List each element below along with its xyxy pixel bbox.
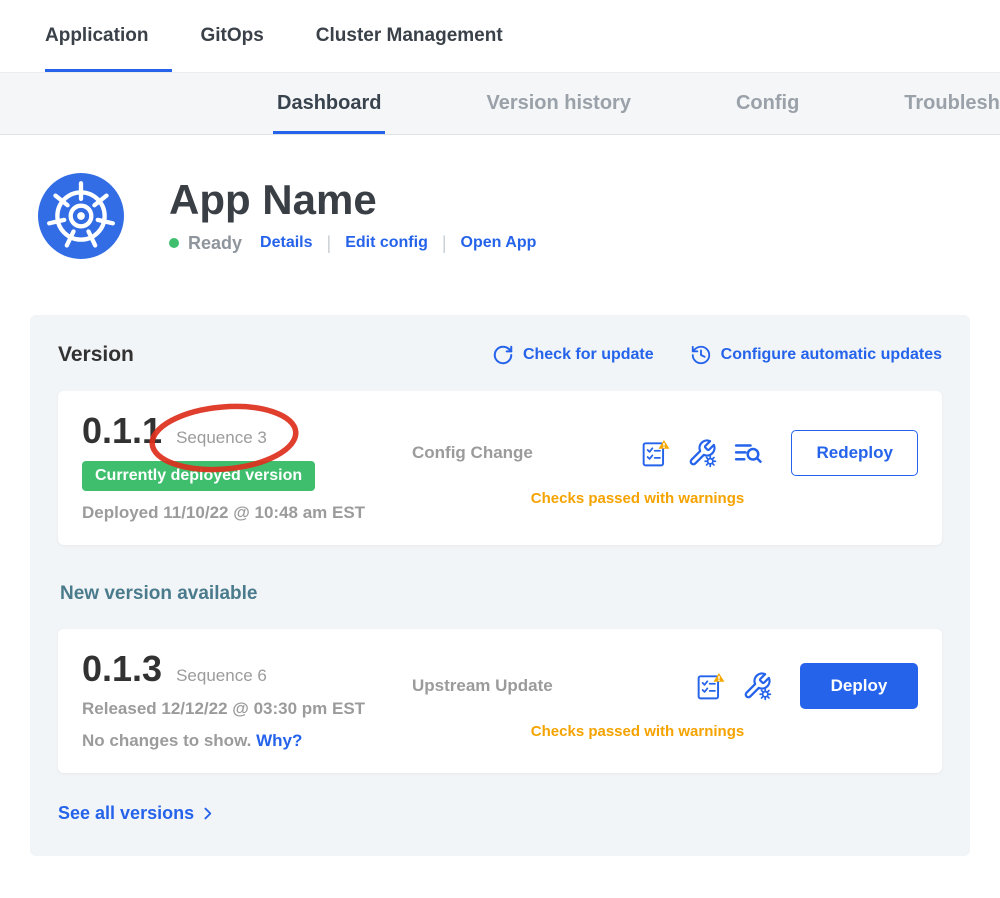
refresh-icon	[492, 344, 514, 366]
sequence-wrap: Sequence 3	[176, 428, 267, 448]
configure-automatic-updates-link[interactable]: Configure automatic updates	[690, 344, 942, 366]
no-changes-line: No changes to show. Why?	[82, 731, 412, 751]
version-source-label: Config Change	[412, 443, 607, 463]
version-panel: Version Check for update Configure au	[30, 315, 970, 856]
new-version-heading: New version available	[60, 583, 942, 605]
current-sequence-label: Sequence 3	[176, 428, 267, 447]
version-check-icons	[696, 671, 772, 701]
checks-status-available: Checks passed with warnings	[412, 723, 918, 740]
secondary-nav: Dashboard Version history Config Trouble…	[0, 72, 1000, 135]
tab-troubleshoot[interactable]: Troubleshoot	[904, 73, 1000, 134]
page-title: App Name	[169, 179, 536, 221]
version-panel-header: Version Check for update Configure au	[58, 343, 942, 367]
see-all-versions-link[interactable]: See all versions	[58, 803, 216, 824]
checks-status-current: Checks passed with warnings	[412, 490, 918, 507]
currently-deployed-badge: Currently deployed version	[82, 461, 315, 491]
details-link[interactable]: Details	[260, 234, 312, 252]
tab-gitops[interactable]: GitOps	[200, 0, 263, 72]
view-files-icon[interactable]	[733, 438, 763, 468]
chevron-right-icon	[199, 805, 216, 822]
config-wrench-icon[interactable]	[687, 438, 717, 468]
no-changes-text: No changes to show.	[82, 731, 251, 750]
version-source-label: Upstream Update	[412, 676, 607, 696]
primary-nav: Application GitOps Cluster Management	[0, 0, 1000, 72]
available-version-number: 0.1.3	[82, 651, 162, 687]
released-timestamp: Released 12/12/22 @ 03:30 pm EST	[82, 699, 412, 719]
link-separator: |	[327, 233, 332, 254]
available-version-actions: Upstream Update	[412, 651, 918, 751]
configure-automatic-updates-label: Configure automatic updates	[721, 346, 942, 364]
tab-dashboard[interactable]: Dashboard	[277, 73, 381, 134]
version-panel-actions: Check for update Configure automatic upd…	[492, 344, 942, 366]
page: Application GitOps Cluster Management Da…	[0, 0, 1000, 856]
check-for-update-label: Check for update	[523, 346, 654, 364]
config-wrench-icon[interactable]	[742, 671, 772, 701]
kubernetes-logo	[38, 173, 124, 259]
version-section-title: Version	[58, 343, 134, 367]
tab-version-history[interactable]: Version history	[486, 73, 631, 134]
app-title-block: App Name Ready Details | Edit config | O…	[169, 179, 536, 254]
deployed-timestamp: Deployed 11/10/22 @ 10:48 am EST	[82, 503, 412, 523]
deploy-button[interactable]: Deploy	[800, 663, 918, 709]
edit-config-link[interactable]: Edit config	[345, 234, 428, 252]
available-version-info: 0.1.3 Sequence 6 Released 12/12/22 @ 03:…	[82, 651, 412, 751]
status-text: Ready	[188, 233, 242, 254]
open-app-link[interactable]: Open App	[461, 234, 537, 252]
available-version-card: 0.1.3 Sequence 6 Released 12/12/22 @ 03:…	[58, 629, 942, 773]
version-check-icons	[641, 438, 763, 468]
current-version-card: 0.1.1 Sequence 3 Currently deployed vers…	[58, 391, 942, 545]
link-separator: |	[442, 233, 447, 254]
current-version-number: 0.1.1	[82, 413, 162, 449]
tab-config[interactable]: Config	[736, 73, 799, 134]
available-sequence-label: Sequence 6	[176, 666, 267, 686]
check-for-update-link[interactable]: Check for update	[492, 344, 654, 366]
preflight-checks-icon[interactable]	[696, 671, 726, 701]
tab-cluster-management[interactable]: Cluster Management	[316, 0, 503, 72]
redeploy-button[interactable]: Redeploy	[791, 430, 918, 476]
current-version-actions: Config Change	[412, 413, 918, 523]
auto-update-icon	[690, 344, 712, 366]
status-dot	[169, 238, 179, 248]
tab-application[interactable]: Application	[45, 0, 148, 72]
current-version-info: 0.1.1 Sequence 3 Currently deployed vers…	[82, 413, 412, 523]
status-row: Ready Details | Edit config | Open App	[169, 233, 536, 254]
preflight-checks-icon[interactable]	[641, 438, 671, 468]
see-all-versions-label: See all versions	[58, 803, 194, 824]
why-link[interactable]: Why?	[256, 731, 302, 750]
app-header: App Name Ready Details | Edit config | O…	[0, 135, 1000, 259]
